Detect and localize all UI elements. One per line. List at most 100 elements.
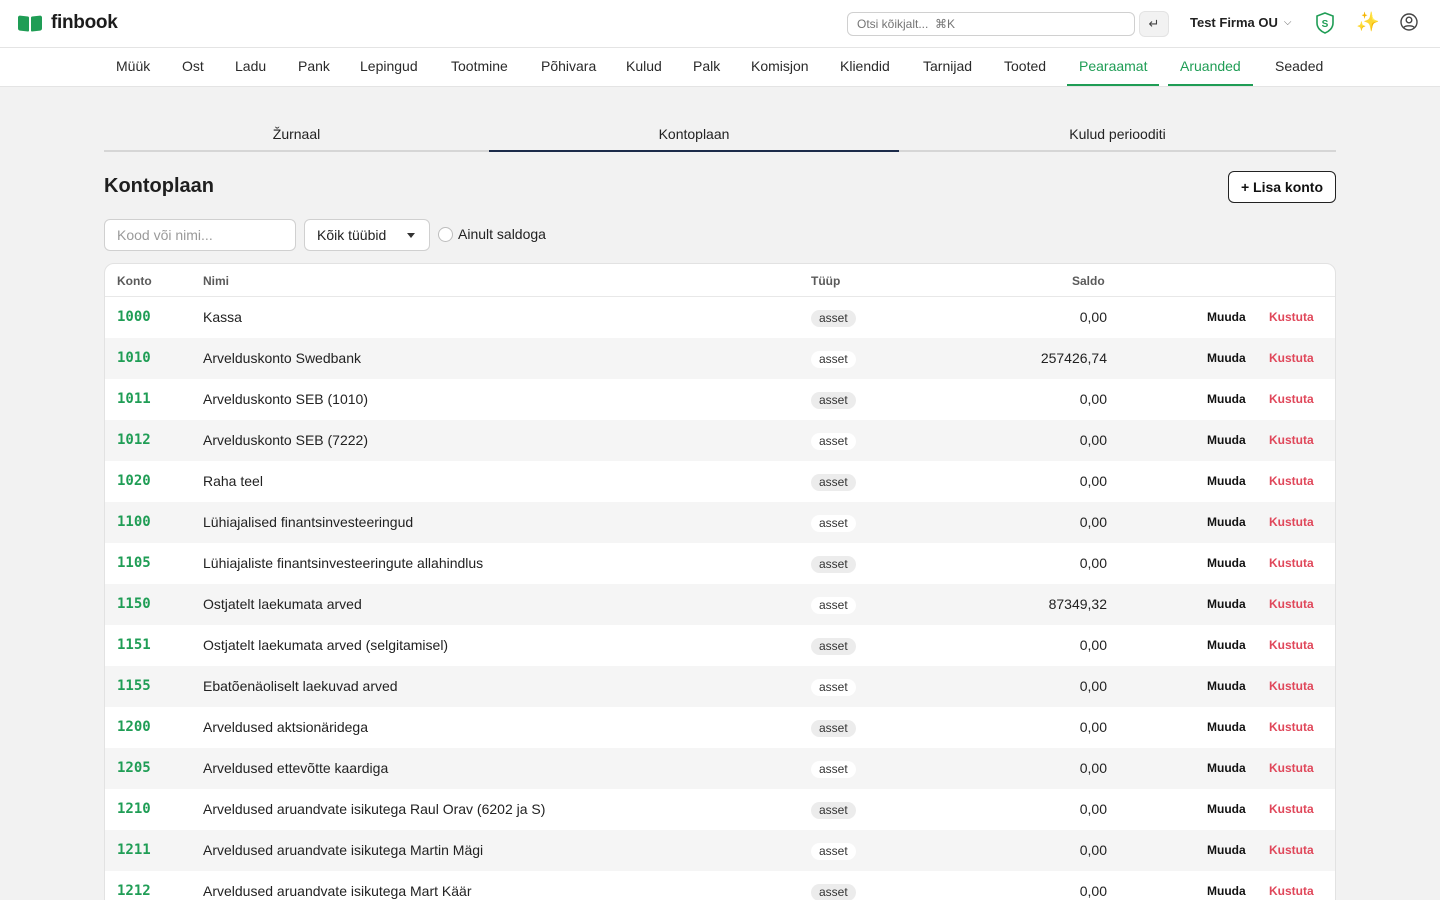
- delete-account-button[interactable]: Kustuta: [1269, 884, 1314, 898]
- delete-account-button[interactable]: Kustuta: [1269, 351, 1314, 365]
- delete-account-button[interactable]: Kustuta: [1269, 433, 1314, 447]
- table-row: 1000 Kassa asset 0,00 Muuda Kustuta: [105, 297, 1335, 338]
- global-search-input[interactable]: [847, 12, 1135, 36]
- account-name: Arveldused aruandvate isikutega Mart Kää…: [203, 883, 472, 899]
- delete-account-button[interactable]: Kustuta: [1269, 310, 1314, 324]
- type-select[interactable]: Kõik tüübid: [304, 219, 430, 251]
- edit-account-button[interactable]: Muuda: [1207, 884, 1246, 898]
- app-logo[interactable]: finbook: [18, 12, 118, 34]
- table-row: 1205 Arveldused ettevõtte kaardiga asset 0,…: [105, 748, 1335, 789]
- account-type-badge: asset: [811, 761, 856, 778]
- only-balance-toggle[interactable]: Ainult saldoga: [438, 226, 546, 242]
- nav-item-pohivara[interactable]: Põhivara: [541, 48, 596, 86]
- account-code[interactable]: 1000: [117, 309, 151, 325]
- account-code[interactable]: 1020: [117, 473, 151, 489]
- account-balance: 257426,74: [1040, 350, 1107, 366]
- edit-account-button[interactable]: Muuda: [1207, 802, 1246, 816]
- nav-item-ladu[interactable]: Ladu: [235, 48, 266, 86]
- account-code[interactable]: 1012: [117, 432, 151, 448]
- account-filter-input[interactable]: [104, 219, 296, 251]
- account-code[interactable]: 1010: [117, 350, 151, 366]
- nav-item-lepingud[interactable]: Lepingud: [360, 48, 418, 86]
- table-row: 1012 Arvelduskonto SEB (7222) asset 0,00 Muu…: [105, 420, 1335, 461]
- account-type-badge: asset: [811, 433, 856, 450]
- nav-item-kliendid[interactable]: Kliendid: [840, 48, 890, 86]
- nav-item-komisjon[interactable]: Komisjon: [751, 48, 809, 86]
- company-switcher[interactable]: Test Firma OU ⌵: [1190, 15, 1291, 30]
- table-row: 1100 Lühiajalised finantsinvesteeringud as…: [105, 502, 1335, 543]
- account-name: Ostjatelt laekumata arved (selgitamisel): [203, 637, 449, 653]
- table-row: 1020 Raha teel asset 0,00 Muuda Kustuta: [105, 461, 1335, 502]
- edit-account-button[interactable]: Muuda: [1207, 720, 1246, 734]
- delete-account-button[interactable]: Kustuta: [1269, 515, 1314, 529]
- account-code[interactable]: 1151: [117, 637, 151, 653]
- account-type-badge: asset: [811, 474, 856, 491]
- tab-kulud-perioodid[interactable]: Kulud periooditi: [899, 120, 1336, 152]
- type-select-value: Kõik tüübid: [317, 227, 387, 243]
- account-code[interactable]: 1211: [117, 842, 151, 858]
- nav-item-kulud[interactable]: Kulud: [626, 48, 662, 86]
- delete-account-button[interactable]: Kustuta: [1269, 392, 1314, 406]
- account-code[interactable]: 1212: [117, 883, 151, 899]
- edit-account-button[interactable]: Muuda: [1207, 597, 1246, 611]
- account-code[interactable]: 1150: [117, 596, 151, 612]
- edit-account-button[interactable]: Muuda: [1207, 556, 1246, 570]
- delete-account-button[interactable]: Kustuta: [1269, 802, 1314, 816]
- table-row: 1105 Lühiajaliste finantsinvesteeringute …: [105, 543, 1335, 584]
- account-name: Ebatõenäoliselt laekuvad arved: [203, 678, 398, 694]
- add-account-button[interactable]: + Lisa konto: [1228, 171, 1336, 203]
- main-nav: Müük Ost Ladu Pank Lepingud Tootmine Põh…: [0, 48, 1440, 87]
- edit-account-button[interactable]: Muuda: [1207, 515, 1246, 529]
- nav-item-ost[interactable]: Ost: [182, 48, 204, 86]
- delete-account-button[interactable]: Kustuta: [1269, 474, 1314, 488]
- nav-item-tarnijad[interactable]: Tarnijad: [923, 48, 972, 86]
- delete-account-button[interactable]: Kustuta: [1269, 638, 1314, 652]
- edit-account-button[interactable]: Muuda: [1207, 310, 1246, 324]
- tab-zurnaal[interactable]: Žurnaal: [104, 120, 489, 152]
- edit-account-button[interactable]: Muuda: [1207, 474, 1246, 488]
- edit-account-button[interactable]: Muuda: [1207, 638, 1246, 652]
- account-name: Ostjatelt laekumata arved: [203, 596, 362, 612]
- tab-kontoplaan[interactable]: Kontoplaan: [489, 120, 899, 152]
- account-name: Lühiajaliste finantsinvesteeringute alla…: [203, 555, 484, 571]
- nav-item-palk[interactable]: Palk: [693, 48, 720, 86]
- edit-account-button[interactable]: Muuda: [1207, 679, 1246, 693]
- delete-account-button[interactable]: Kustuta: [1269, 761, 1314, 775]
- shield-icon[interactable]: S: [1315, 12, 1335, 34]
- header-balance: Saldo: [1072, 274, 1105, 288]
- account-code[interactable]: 1011: [117, 391, 151, 407]
- delete-account-button[interactable]: Kustuta: [1269, 597, 1314, 611]
- account-code[interactable]: 1155: [117, 678, 151, 694]
- only-balance-checkbox[interactable]: [438, 226, 453, 242]
- accounts-table: Konto Nimi Tüüp Saldo 1000 Kassa asset 0,00…: [104, 263, 1336, 900]
- delete-account-button[interactable]: Kustuta: [1269, 556, 1314, 570]
- nav-item-tootmine[interactable]: Tootmine: [451, 48, 508, 86]
- search-submit-button[interactable]: ↵: [1139, 11, 1169, 37]
- account-balance: 0,00: [1079, 309, 1107, 325]
- user-circle-icon[interactable]: [1400, 13, 1418, 31]
- edit-account-button[interactable]: Muuda: [1207, 351, 1246, 365]
- nav-item-tooted[interactable]: Tooted: [1004, 48, 1046, 86]
- account-balance: 0,00: [1079, 842, 1107, 858]
- account-name: Lühiajalised finantsinvesteeringud: [203, 514, 414, 530]
- delete-account-button[interactable]: Kustuta: [1269, 679, 1314, 693]
- delete-account-button[interactable]: Kustuta: [1269, 843, 1314, 857]
- account-type-badge: asset: [811, 515, 856, 532]
- delete-account-button[interactable]: Kustuta: [1269, 720, 1314, 734]
- edit-account-button[interactable]: Muuda: [1207, 761, 1246, 775]
- account-code[interactable]: 1200: [117, 719, 151, 735]
- edit-account-button[interactable]: Muuda: [1207, 433, 1246, 447]
- edit-account-button[interactable]: Muuda: [1207, 843, 1246, 857]
- nav-item-pank[interactable]: Pank: [298, 48, 330, 86]
- edit-account-button[interactable]: Muuda: [1207, 392, 1246, 406]
- nav-item-aruanded[interactable]: Aruanded: [1168, 48, 1253, 86]
- sparkle-icon[interactable]: ✨: [1356, 13, 1380, 33]
- account-code[interactable]: 1210: [117, 801, 151, 817]
- account-code[interactable]: 1205: [117, 760, 151, 776]
- account-code[interactable]: 1105: [117, 555, 151, 571]
- nav-item-seaded[interactable]: Seaded: [1275, 48, 1323, 86]
- account-code[interactable]: 1100: [117, 514, 151, 530]
- nav-item-muuk[interactable]: Müük: [116, 48, 150, 86]
- account-balance: 0,00: [1079, 637, 1107, 653]
- nav-item-pearaamat[interactable]: Pearaamat: [1067, 48, 1160, 86]
